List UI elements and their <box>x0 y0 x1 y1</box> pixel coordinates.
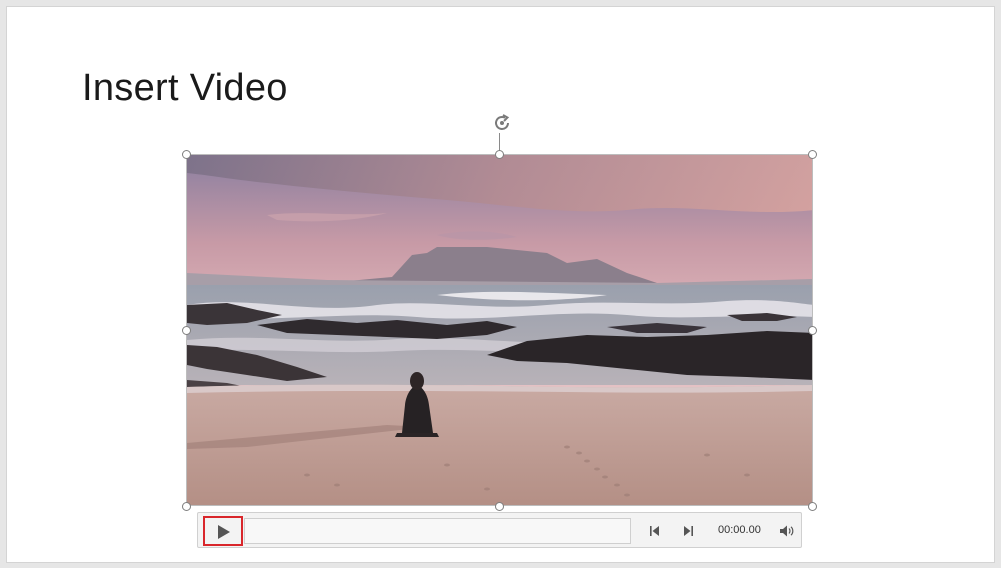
resize-handle-bottom-left[interactable] <box>182 502 191 511</box>
video-controls-bar: 00:00.00 <box>197 512 802 548</box>
resize-handle-bottom-right[interactable] <box>808 502 817 511</box>
resize-handle-top[interactable] <box>495 150 504 159</box>
resize-handle-right[interactable] <box>808 326 817 335</box>
rotate-handle-icon[interactable] <box>490 111 514 135</box>
resize-handle-bottom[interactable] <box>495 502 504 511</box>
video-poster-frame[interactable] <box>186 154 813 506</box>
step-forward-icon[interactable] <box>680 523 696 539</box>
playback-time: 00:00.00 <box>718 524 761 536</box>
slide-title[interactable]: Insert Video <box>82 67 288 110</box>
resize-handle-left[interactable] <box>182 326 191 335</box>
volume-icon[interactable] <box>778 523 794 539</box>
resize-handle-top-left[interactable] <box>182 150 191 159</box>
play-icon <box>218 525 230 539</box>
progress-bar[interactable] <box>244 518 631 544</box>
beach-sunset-image <box>187 155 812 505</box>
play-button[interactable] <box>203 516 243 546</box>
slide-canvas: Insert Video 00:00.00 <box>6 6 995 563</box>
video-object[interactable] <box>182 150 817 511</box>
resize-handle-top-right[interactable] <box>808 150 817 159</box>
step-back-icon[interactable] <box>647 523 663 539</box>
